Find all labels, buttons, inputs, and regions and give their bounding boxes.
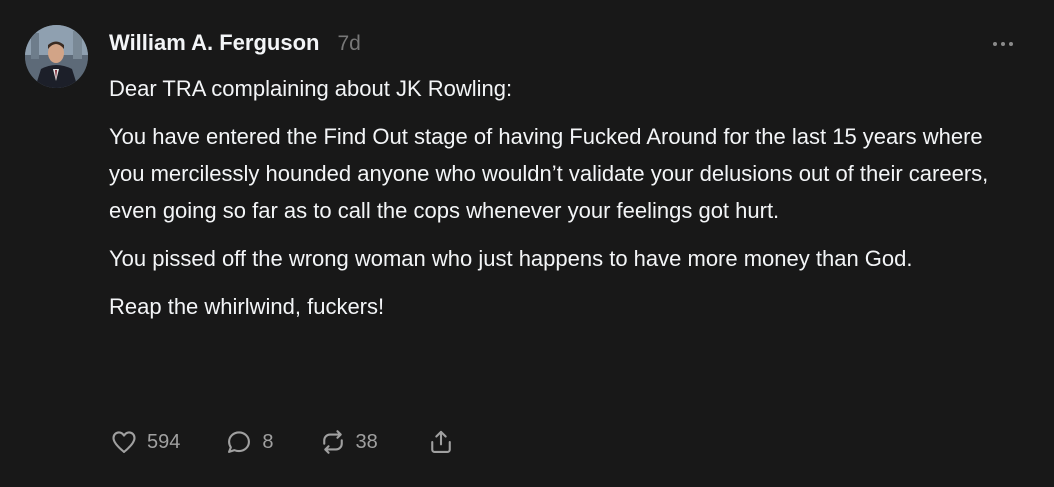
like-count: 594 (147, 430, 181, 453)
like-button[interactable]: 594 (109, 428, 180, 456)
reply-count: 8 (262, 430, 274, 453)
post-header: William A. Ferguson 7d (109, 30, 361, 60)
more-horizontal-icon (993, 42, 997, 46)
repost-button[interactable]: 38 (318, 428, 378, 456)
post-timestamp[interactable]: 7d (337, 32, 360, 56)
post-paragraph: You have entered the Find Out stage of h… (109, 124, 989, 223)
post: William A. Ferguson 7d Dear TRA complain… (0, 0, 1054, 487)
heart-icon (112, 431, 136, 453)
avatar[interactable] (25, 25, 88, 88)
post-paragraph: You pissed off the wrong woman who just … (109, 246, 913, 271)
more-options-button[interactable] (988, 34, 1018, 54)
author-name[interactable]: William A. Ferguson (109, 30, 319, 56)
post-paragraph: Reap the whirlwind, fuckers! (109, 294, 385, 319)
share-button[interactable] (426, 428, 456, 456)
post-actions: 594 8 38 (109, 424, 456, 460)
reply-button[interactable]: 8 (224, 428, 274, 456)
comment-icon (228, 431, 251, 453)
repost-icon (322, 430, 343, 454)
share-icon (430, 430, 451, 453)
repost-count: 38 (355, 430, 378, 453)
more-horizontal-icon (1001, 42, 1005, 46)
post-body: Dear TRA complaining about JK Rowling: Y… (109, 70, 1024, 336)
avatar-image (25, 25, 88, 88)
more-horizontal-icon (1009, 42, 1013, 46)
post-paragraph: Dear TRA complaining about JK Rowling: (109, 76, 513, 101)
